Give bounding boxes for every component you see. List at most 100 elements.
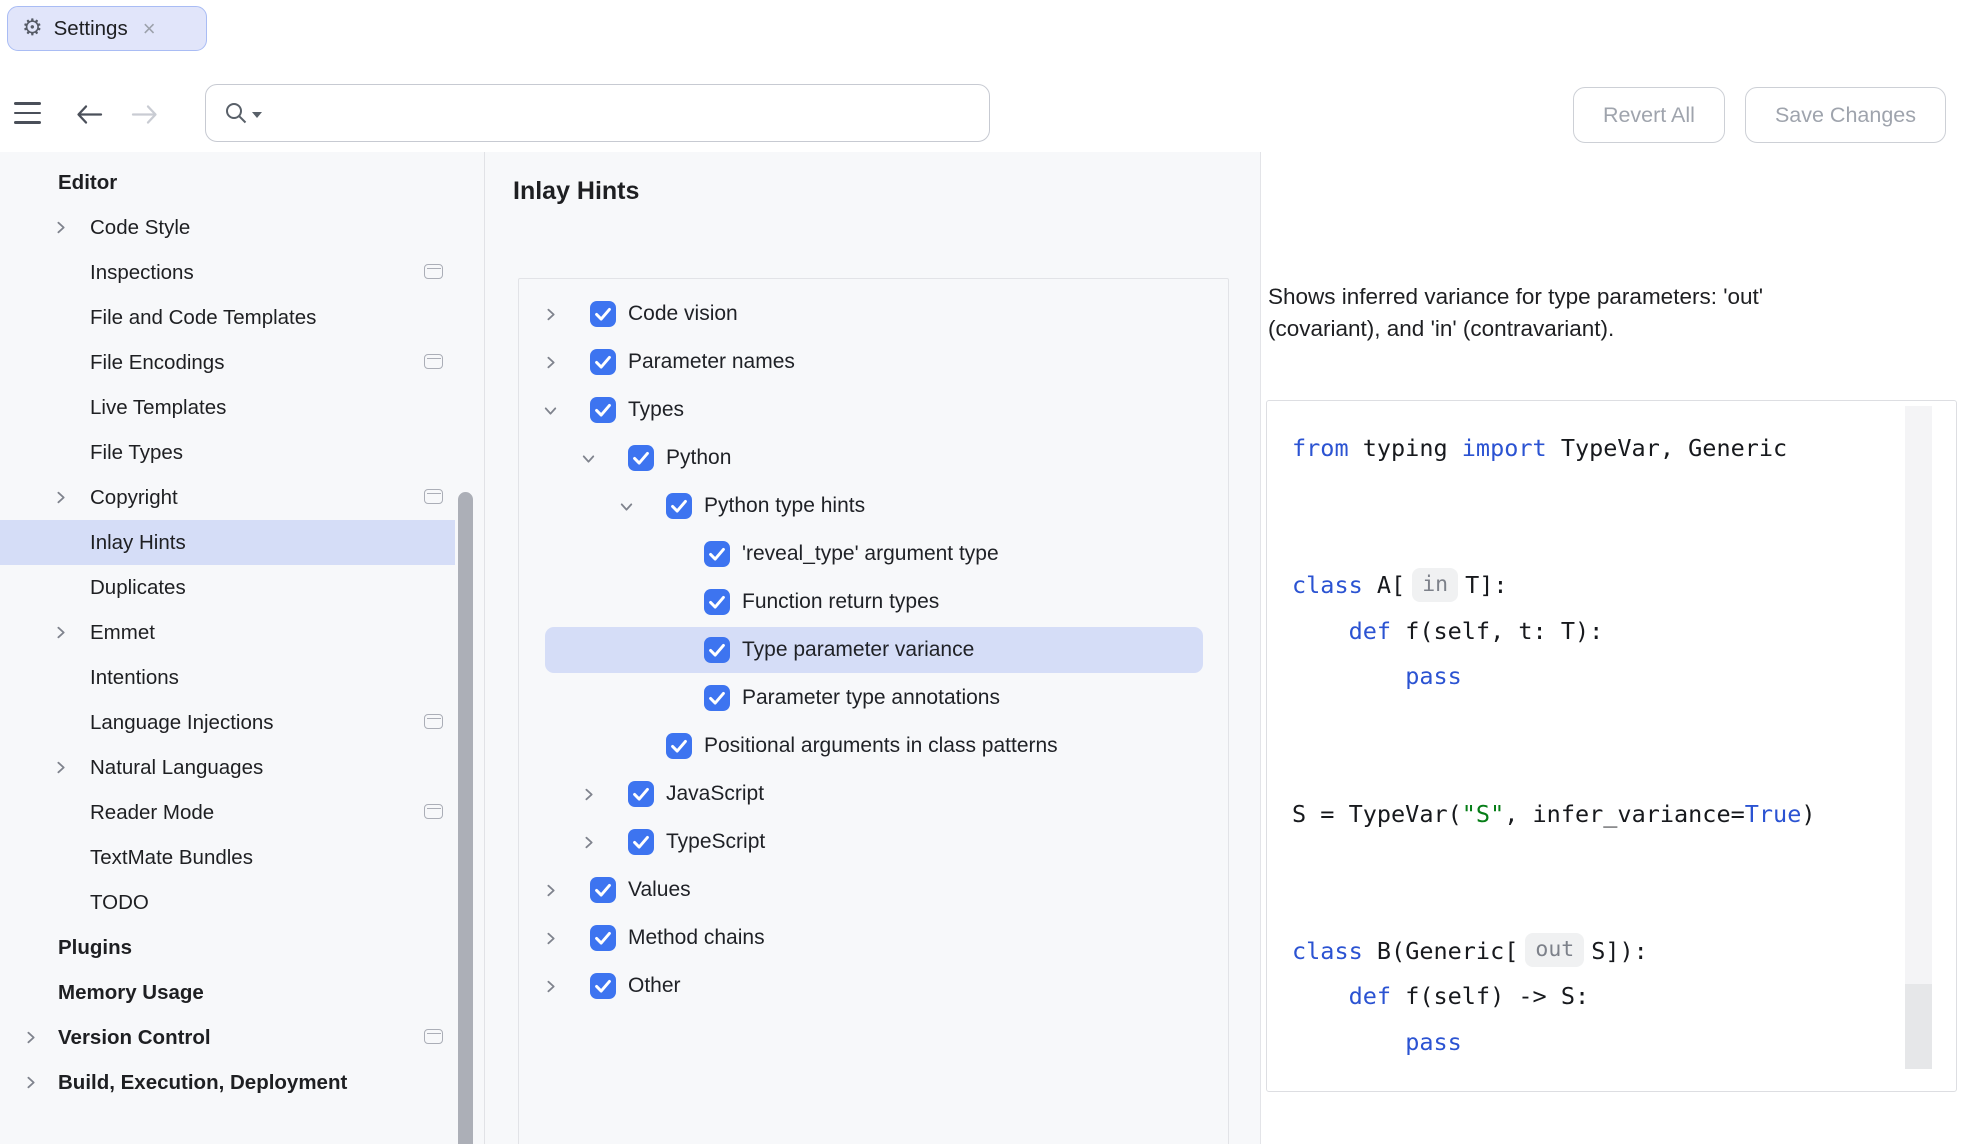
chevron-down-icon[interactable] [580,450,597,467]
scrollbar-track[interactable] [1905,406,1932,1069]
sidebar-item-emmet[interactable]: Emmet [0,610,484,655]
chevron-down-icon[interactable] [542,402,559,419]
checkbox-checked[interactable] [628,829,654,855]
checkbox-checked[interactable] [666,493,692,519]
tree-item-python-type-hints[interactable]: Python type hints [519,482,1228,530]
inlay-hint-chip: out [1525,933,1584,967]
code-line: class B(Generic[outS]): [1292,929,1892,975]
close-icon[interactable]: × [143,18,156,40]
search-icon [224,101,248,125]
chevron-right-icon[interactable] [542,930,559,947]
scrollbar-thumb[interactable] [1905,984,1932,1069]
tree-item-label: Python [666,434,731,482]
revert-all-button[interactable]: Revert All [1573,87,1725,143]
sidebar-item-plugins[interactable]: Plugins [0,925,484,970]
sidebar-item-textmate-bundles[interactable]: TextMate Bundles [0,835,484,880]
checkbox-checked[interactable] [590,301,616,327]
code-lines: from typing import TypeVar, Genericclass… [1292,426,1892,1066]
toolbar-actions: Revert All Save Changes [1573,87,1946,143]
checkbox-checked[interactable] [628,781,654,807]
tree-item-other[interactable]: Other [519,962,1228,1010]
tab-title: Settings [54,17,128,41]
scrollbar-thumb[interactable] [458,492,473,1144]
sidebar-item-live-templates[interactable]: Live Templates [0,385,484,430]
checkbox-checked[interactable] [704,589,730,615]
chevron-down-icon[interactable] [252,112,262,118]
sidebar-item-todo[interactable]: TODO [0,880,484,925]
tree-item-typescript[interactable]: TypeScript [519,818,1228,866]
sidebar-item-version-control[interactable]: Version Control [0,1015,484,1060]
sidebar-item-intentions[interactable]: Intentions [0,655,484,700]
chevron-right-icon[interactable] [52,219,69,236]
tree-item-reveal-type-argument-type[interactable]: 'reveal_type' argument type [519,530,1228,578]
checkbox-checked[interactable] [590,349,616,375]
page-title: Inlay Hints [513,177,639,206]
back-arrow-button[interactable] [74,103,104,131]
chevron-right-icon[interactable] [542,978,559,995]
chevron-right-icon[interactable] [542,882,559,899]
menu-icon[interactable] [14,102,41,131]
project-level-icon [424,714,443,729]
checkbox-checked[interactable] [590,925,616,951]
tree-item-positional-arguments-in-class-patterns[interactable]: Positional arguments in class patterns [519,722,1228,770]
checkbox-checked[interactable] [590,973,616,999]
search-input[interactable] [272,100,989,126]
checkbox-checked[interactable] [628,445,654,471]
tree-item-function-return-types[interactable]: Function return types [519,578,1228,626]
tree-item-label: Code vision [628,290,738,338]
tab-settings[interactable]: ⚙ Settings × [7,6,207,51]
forward-arrow-button[interactable] [130,103,160,131]
sidebar-item-label: TextMate Bundles [90,846,253,870]
tab-bar: ⚙ Settings × [0,0,1974,58]
tree-item-method-chains[interactable]: Method chains [519,914,1228,962]
sidebar-item-file-encodings[interactable]: File Encodings [0,340,484,385]
chevron-right-icon[interactable] [52,489,69,506]
tree-item-python[interactable]: Python [519,434,1228,482]
sidebar-item-build-execution-deployment[interactable]: Build, Execution, Deployment [0,1060,484,1105]
sidebar-item-language-injections[interactable]: Language Injections [0,700,484,745]
sidebar-item-code-style[interactable]: Code Style [0,205,484,250]
sidebar-item-copyright[interactable]: Copyright [0,475,484,520]
tree-item-type-parameter-variance[interactable]: Type parameter variance [519,626,1228,674]
tree-item-javascript[interactable]: JavaScript [519,770,1228,818]
inlay-hints-tree: Code visionParameter namesTypesPythonPyt… [518,278,1229,1144]
chevron-right-icon[interactable] [22,1029,39,1046]
sidebar-item-file-and-code-templates[interactable]: File and Code Templates [0,295,484,340]
code-preview: from typing import TypeVar, Genericclass… [1266,400,1957,1092]
tree-item-parameter-type-annotations[interactable]: Parameter type annotations [519,674,1228,722]
tree-item-label: Python type hints [704,482,865,530]
tree-item-values[interactable]: Values [519,866,1228,914]
chevron-right-icon[interactable] [542,306,559,323]
checkbox-checked[interactable] [590,397,616,423]
sidebar-item-label: Emmet [90,621,155,645]
code-line: S = TypeVar("S", infer_variance=True) [1292,792,1892,838]
sidebar-item-duplicates[interactable]: Duplicates [0,565,484,610]
checkbox-checked[interactable] [704,637,730,663]
tree-item-parameter-names[interactable]: Parameter names [519,338,1228,386]
chevron-right-icon[interactable] [580,786,597,803]
project-level-icon [424,1029,443,1044]
checkbox-checked[interactable] [704,685,730,711]
sidebar-item-natural-languages[interactable]: Natural Languages [0,745,484,790]
sidebar-item-reader-mode[interactable]: Reader Mode [0,790,484,835]
chevron-right-icon[interactable] [580,834,597,851]
sidebar-item-file-types[interactable]: File Types [0,430,484,475]
chevron-right-icon[interactable] [52,624,69,641]
checkbox-checked[interactable] [704,541,730,567]
sidebar-item-memory-usage[interactable]: Memory Usage [0,970,484,1015]
chevron-right-icon[interactable] [542,354,559,371]
search-box[interactable] [205,84,990,142]
sidebar-item-inspections[interactable]: Inspections [0,250,484,295]
code-token: f(self, t: T): [1391,617,1603,645]
chevron-right-icon[interactable] [22,1074,39,1091]
sidebar-item-editor[interactable]: Editor [0,160,484,205]
tree-item-types[interactable]: Types [519,386,1228,434]
save-changes-button[interactable]: Save Changes [1745,87,1946,143]
tree-item-code-vision[interactable]: Code vision [519,290,1228,338]
checkbox-checked[interactable] [666,733,692,759]
code-line [1292,746,1892,792]
chevron-right-icon[interactable] [52,759,69,776]
checkbox-checked[interactable] [590,877,616,903]
sidebar-item-inlay-hints[interactable]: Inlay Hints [0,520,484,565]
chevron-down-icon[interactable] [618,498,635,515]
